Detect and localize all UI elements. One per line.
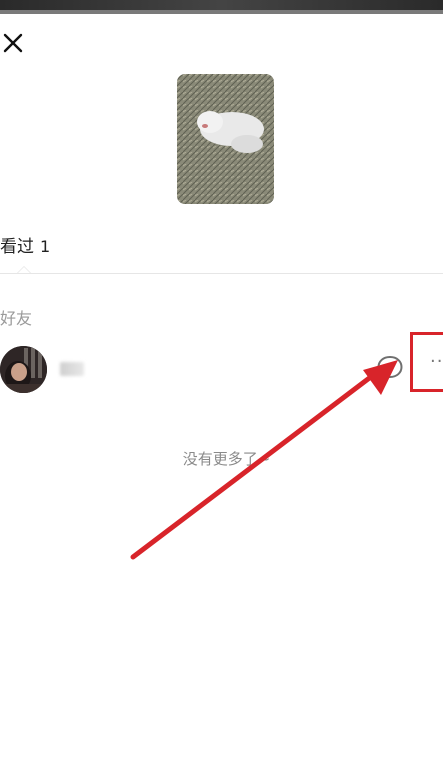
friend-name-blurred xyxy=(60,362,84,376)
viewers-page: 看过 1 好友 ·· 没有更多了~ xyxy=(0,0,443,758)
comment-button[interactable] xyxy=(376,354,404,382)
more-button[interactable]: ·· xyxy=(410,332,443,392)
post-thumbnail[interactable] xyxy=(177,74,274,204)
photo-thumbnail xyxy=(177,74,274,204)
more-dots-icon: ·· xyxy=(430,351,443,372)
status-strip-line xyxy=(0,10,443,14)
comment-icon xyxy=(377,356,403,380)
avatar-image xyxy=(0,346,47,393)
tab-viewed-label: 看过 xyxy=(0,237,34,257)
tab-indicator-caret xyxy=(17,266,31,273)
close-button[interactable] xyxy=(0,30,30,60)
avatar[interactable] xyxy=(0,346,47,393)
tab-viewed-count: 1 xyxy=(40,237,51,256)
friends-section-title: 好友 xyxy=(0,309,33,328)
status-strip xyxy=(0,0,443,14)
tab-viewed[interactable]: 看过 1 xyxy=(0,232,50,262)
tab-divider xyxy=(0,273,443,274)
close-icon xyxy=(3,33,23,53)
no-more-text: 没有更多了~ xyxy=(182,450,271,468)
friend-list-item[interactable]: ·· xyxy=(0,332,443,398)
